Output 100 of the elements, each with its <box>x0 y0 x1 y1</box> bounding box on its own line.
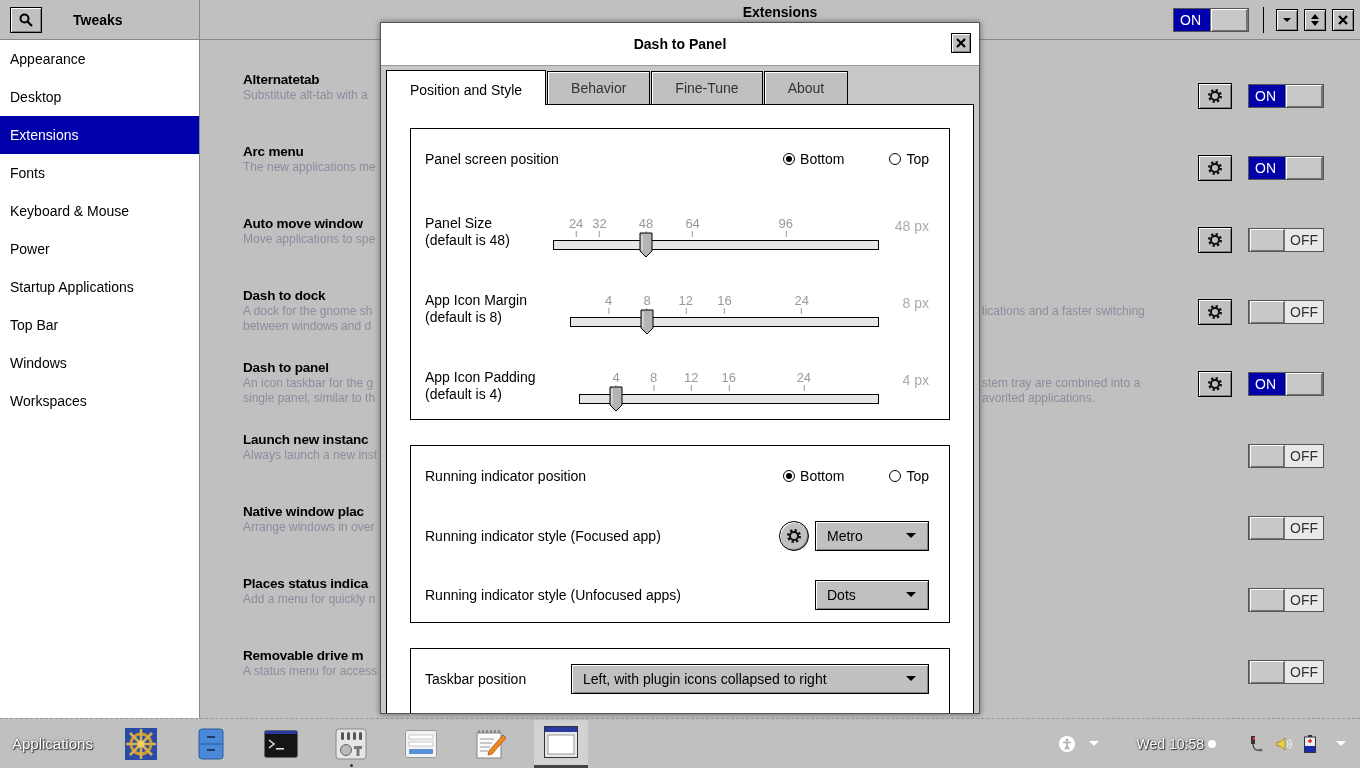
tick-label: 96 <box>778 215 794 231</box>
slider-thumb[interactable] <box>639 231 654 258</box>
caret-icon <box>1283 16 1291 23</box>
form-window-icon <box>405 729 437 758</box>
tick-label: 4 <box>604 292 613 308</box>
ship-wheel-icon <box>124 726 158 761</box>
setting-label: Panel screen position <box>425 151 559 167</box>
slider[interactable] <box>552 231 879 258</box>
setting-label: Running indicator style (Focused app) <box>425 527 661 544</box>
slider-value: 48 px <box>893 217 929 234</box>
gear-icon <box>1207 88 1223 104</box>
tick-label: 4 <box>612 369 620 385</box>
tab[interactable]: About <box>763 71 849 104</box>
settings-button[interactable] <box>779 520 809 551</box>
toggle-switch[interactable]: ON <box>1248 156 1324 180</box>
toggle-switch[interactable]: OFF <box>1248 588 1324 612</box>
tick-label: 24 <box>796 369 812 385</box>
extension-title: Dash to panel <box>243 360 330 376</box>
slider[interactable] <box>569 308 879 335</box>
toggle-switch[interactable]: ON <box>1248 372 1324 396</box>
toggle-switch[interactable]: OFF <box>1248 516 1324 540</box>
tick-label: 16 <box>721 369 736 385</box>
toggle-switch[interactable]: OFF <box>1248 660 1324 684</box>
setting-label: Running indicator position <box>425 468 587 484</box>
terminal-icon <box>264 729 298 758</box>
settings-button[interactable] <box>1198 227 1232 253</box>
toggle-switch[interactable]: OFF <box>1248 444 1324 468</box>
sidebar-item[interactable]: Keyboard & Mouse <box>0 192 199 230</box>
sidebar-item[interactable]: Workspaces <box>0 382 199 420</box>
extension-title: Auto move window <box>243 216 364 232</box>
extension-title: Arc menu <box>243 144 305 160</box>
gear-icon <box>786 527 802 544</box>
tick-label: 32 <box>592 215 607 231</box>
battery-icon[interactable] <box>1304 734 1316 753</box>
extension-title: Alternatetab <box>243 72 321 88</box>
sidebar-item[interactable]: Desktop <box>0 78 199 116</box>
search-icon <box>19 12 33 27</box>
dialog-title: Dash to Panel <box>633 36 727 52</box>
extension-title: Places status indica <box>243 576 370 592</box>
sidebar-item[interactable]: Top Bar <box>0 306 199 344</box>
page-title: Extensions <box>742 5 818 20</box>
radio-option[interactable]: Top <box>889 151 929 167</box>
settings-button[interactable] <box>1198 299 1232 325</box>
tab[interactable]: Position and Style <box>386 70 547 105</box>
default-note: (default is 48) <box>425 231 510 249</box>
setting-label: App Icon Padding <box>425 368 536 386</box>
dropdown[interactable]: Dots <box>815 579 929 610</box>
setting-label: Taskbar position <box>425 671 527 687</box>
app-title: Tweaks <box>73 11 123 28</box>
tick-label: 12 <box>678 292 694 308</box>
settings-button[interactable] <box>1198 371 1232 397</box>
extension-title: Removable drive m <box>243 648 365 664</box>
settings-button[interactable] <box>1198 83 1232 109</box>
toggle-switch[interactable]: OFF <box>1248 228 1324 252</box>
slider[interactable] <box>578 385 879 412</box>
radio-option[interactable]: Bottom <box>783 151 845 167</box>
sidebar-item[interactable]: Appearance <box>0 40 199 78</box>
extension-title: Launch new instanc <box>243 432 370 448</box>
sidebar-item[interactable]: Fonts <box>0 154 199 192</box>
default-note: (default is 8) <box>425 308 504 326</box>
sidebar-item[interactable]: Windows <box>0 344 199 382</box>
maximize-button[interactable] <box>1304 8 1326 31</box>
sidebar-item[interactable]: Startup Applications <box>0 268 199 306</box>
close-button[interactable] <box>1332 8 1354 31</box>
toggle-switch[interactable]: OFF <box>1248 300 1324 324</box>
mixer-icon <box>335 727 367 760</box>
updown-arrows-icon <box>1311 13 1319 26</box>
close-button[interactable] <box>951 33 971 53</box>
tick-label: 24 <box>568 215 584 231</box>
setting-label: Panel Size <box>425 214 493 232</box>
tab[interactable]: Behavior <box>547 71 651 104</box>
extension-title: Native window plac <box>243 504 365 520</box>
slider-thumb[interactable] <box>609 385 624 412</box>
setting-label: App Icon Margin <box>425 291 527 309</box>
network-plug-icon[interactable] <box>1248 734 1264 753</box>
toggle-switch[interactable]: ON <box>1248 84 1324 108</box>
taskbar-app[interactable] <box>534 719 588 768</box>
settings-button[interactable] <box>1198 155 1232 181</box>
slider-value: 8 px <box>901 294 929 311</box>
toggle-switch[interactable]: ON <box>1173 7 1249 32</box>
menu-button[interactable] <box>1276 8 1298 31</box>
sidebar-item[interactable]: Extensions <box>0 116 199 154</box>
tick-label: 64 <box>685 215 700 231</box>
sidebar-item[interactable]: Power <box>0 230 199 268</box>
slider-thumb[interactable] <box>640 308 655 335</box>
tick-label: 48 <box>638 215 654 231</box>
tick-label: 12 <box>683 369 699 385</box>
radio-option[interactable]: Top <box>889 468 929 484</box>
close-icon <box>1338 14 1348 25</box>
radio-option[interactable]: Bottom <box>783 468 845 484</box>
dropdown[interactable]: Left, with plugin icons collapsed to right <box>571 664 929 694</box>
close-icon <box>956 38 966 48</box>
notification-dot-icon <box>1208 739 1216 748</box>
tab[interactable]: Fine-Tune <box>651 71 763 104</box>
search-button[interactable] <box>10 6 42 33</box>
notepad-icon <box>475 728 507 759</box>
tick-label: 16 <box>717 292 732 308</box>
extension-title: Dash to dock <box>243 288 327 304</box>
dropdown[interactable]: Metro <box>815 520 929 551</box>
window-icon <box>544 726 578 758</box>
